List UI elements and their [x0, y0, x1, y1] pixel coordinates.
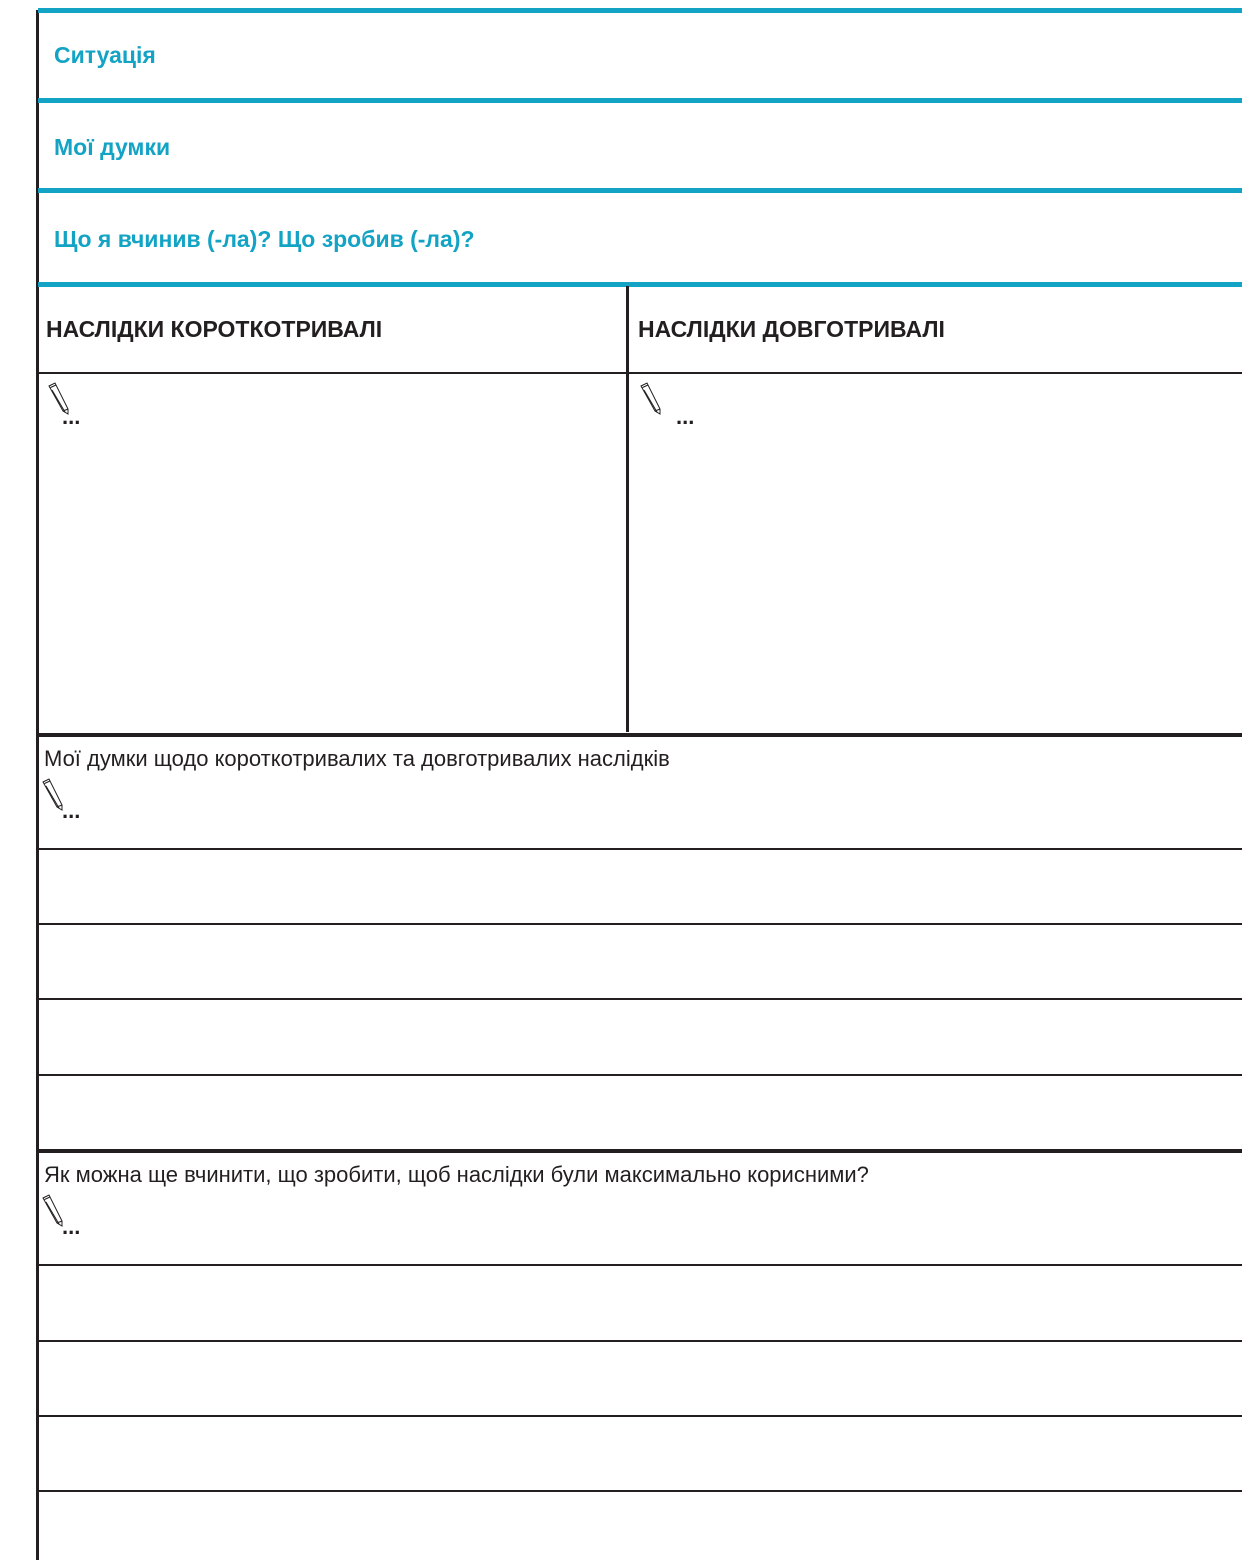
reflection-line-4	[38, 1074, 1242, 1076]
improvement-label: Як можна ще вчинити, що зробити, щоб нас…	[44, 1162, 869, 1187]
long-term-placeholder: ...	[676, 404, 695, 429]
improvement-line-3	[38, 1415, 1242, 1417]
improvement-top-rule	[38, 1149, 1242, 1153]
long-term-header: НАСЛІДКИ ДОВГОТРИВАЛІ	[638, 316, 945, 342]
column-divider	[626, 286, 629, 732]
left-border	[36, 10, 39, 1560]
situation-label: Ситуація	[54, 42, 156, 68]
improvement-placeholder: ...	[62, 1214, 81, 1239]
pencil-icon	[640, 382, 661, 415]
reflection-line-2	[38, 923, 1242, 925]
what-did-rule	[38, 282, 1242, 287]
improvement-line-4	[38, 1490, 1242, 1492]
thoughts-rule	[38, 188, 1242, 193]
reflection-input[interactable]: ...	[40, 778, 1240, 848]
reflection-line-3	[38, 998, 1242, 1000]
reflection-top-rule	[38, 733, 1242, 737]
reflection-placeholder: ...	[62, 798, 81, 823]
improvement-input[interactable]: ...	[40, 1194, 1240, 1264]
improvement-line-2	[38, 1340, 1242, 1342]
what-did-label: Що я вчинив (-ла)? Що зробив (-ла)?	[54, 226, 475, 252]
improvement-line-1	[38, 1264, 1242, 1266]
short-term-placeholder: ...	[62, 404, 81, 429]
reflection-label: Мої думки щодо короткотривалих та довгот…	[44, 746, 670, 771]
long-term-input[interactable]: ...	[630, 376, 1242, 730]
header-rule	[38, 372, 1242, 374]
top-rule	[38, 8, 1242, 13]
short-term-input[interactable]: ...	[40, 376, 624, 730]
reflection-line-1	[38, 848, 1242, 850]
short-term-header: НАСЛІДКИ КОРОТКОТРИВАЛІ	[46, 316, 383, 342]
my-thoughts-label: Мої думки	[54, 134, 171, 160]
situation-rule	[38, 98, 1242, 103]
